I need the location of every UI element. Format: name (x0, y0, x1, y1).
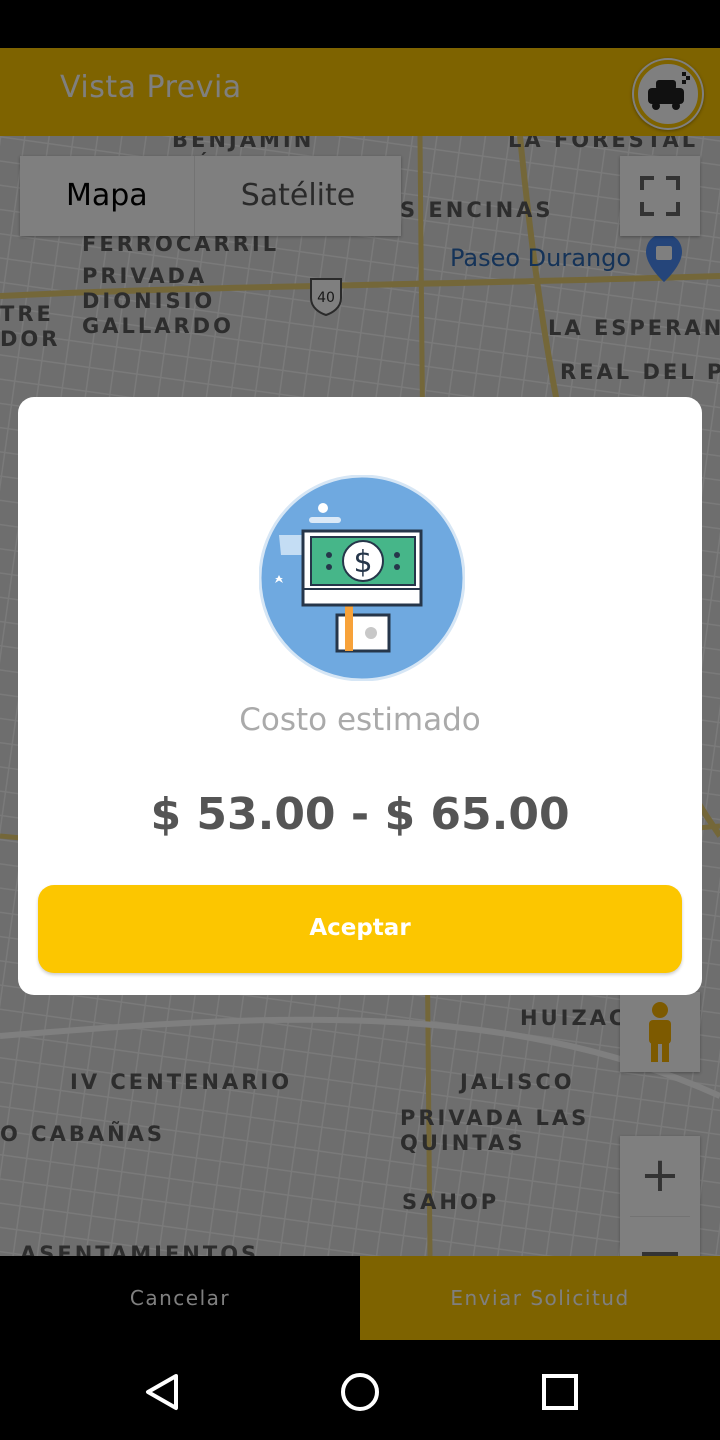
money-sign-icon: $ (259, 475, 465, 681)
recents-square-icon[interactable] (540, 1372, 580, 1412)
system-nav-bar (0, 1344, 720, 1440)
estimated-price: $ 53.00 - $ 65.00 (150, 789, 570, 840)
cost-estimate-dialog: $ Costo estimado $ 53.00 - $ 65.00 Acept… (18, 397, 702, 995)
home-circle-icon[interactable] (340, 1372, 380, 1412)
accept-button[interactable]: Aceptar (38, 885, 682, 973)
back-triangle-icon[interactable] (142, 1372, 182, 1412)
svg-text:$: $ (353, 545, 372, 580)
dialog-title: Costo estimado (239, 702, 481, 738)
